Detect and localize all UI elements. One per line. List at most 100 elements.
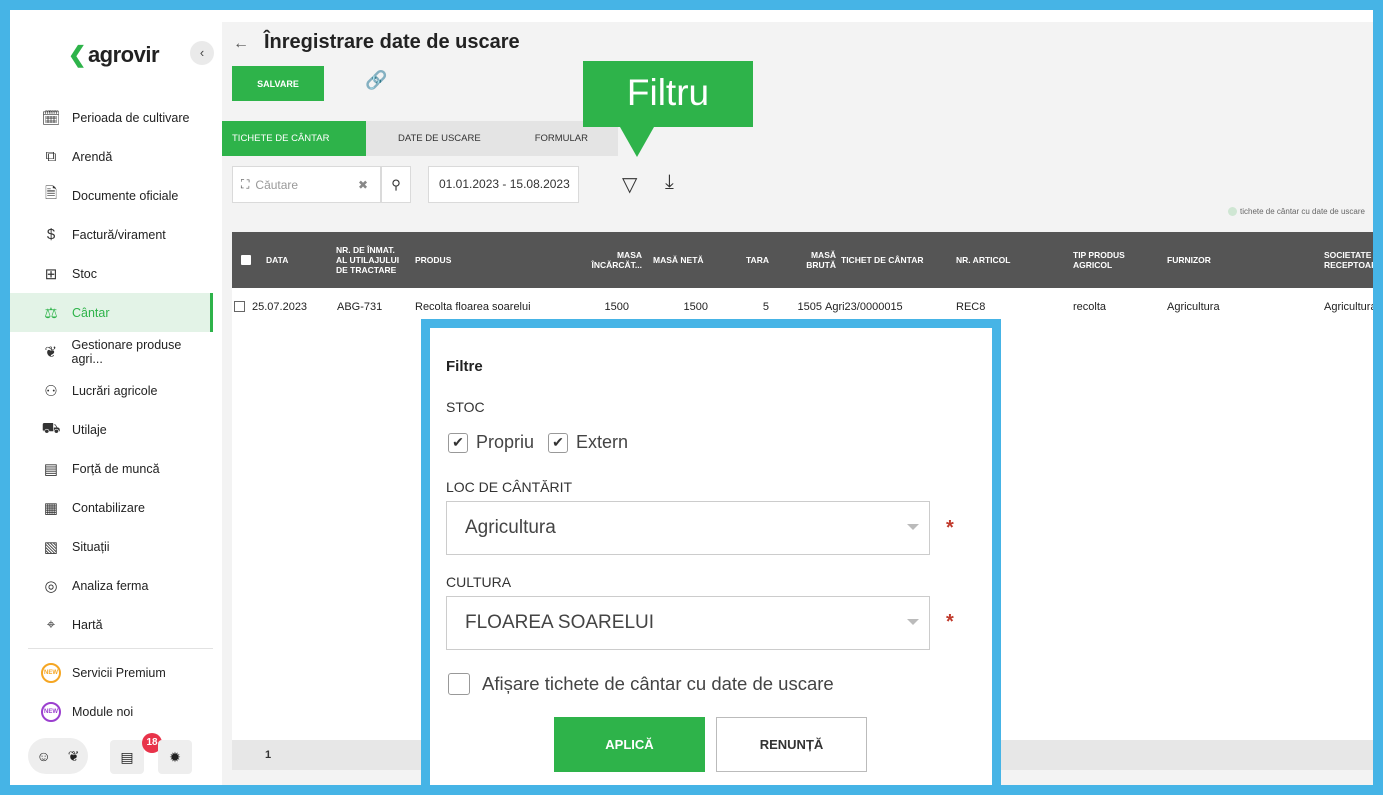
stock-icon: ⊞ <box>44 265 58 283</box>
show-tickets-option: Afișare tichete de cântar cu date de usc… <box>448 673 834 695</box>
sidebar-item-arenda[interactable]: ⧉ Arendă <box>10 137 213 176</box>
avatar-icon[interactable]: ☺ <box>36 748 50 764</box>
workers-icon: ⚇ <box>44 382 58 400</box>
download-icon[interactable]: ⤓ <box>665 171 674 194</box>
tab-tichete[interactable]: TICHETE DE CÂNTAR <box>222 121 383 156</box>
filter-callout-pointer <box>620 127 654 157</box>
sidebar-item-lucrari[interactable]: ⚇ Lucrări agricole <box>10 371 213 410</box>
sidebar-item-label: Factură/virament <box>72 227 166 242</box>
apply-button[interactable]: APLICĂ <box>554 717 705 772</box>
sidebar-item-stoc[interactable]: ⊞ Stoc <box>10 254 213 293</box>
col-masa-neta[interactable]: MASĂ NETĂ <box>653 232 704 288</box>
search-placeholder: Căutare <box>255 177 299 192</box>
cell-data: 25.07.2023 <box>252 301 308 313</box>
search-input[interactable]: ⛶ Căutare ✖ <box>232 166 381 203</box>
settings-button[interactable]: ✹ <box>158 740 192 774</box>
col-data[interactable]: DATA <box>266 232 288 288</box>
new-badge-icon: NEW <box>40 662 62 684</box>
sidebar-item-documente[interactable]: 🗎 Documente oficiale <box>10 176 213 215</box>
plant-icon[interactable]: ❦ <box>68 748 80 765</box>
app-logo[interactable]: ❮agrovir <box>68 42 160 68</box>
loc-label: LOC DE CÂNTĂRIT <box>446 479 573 495</box>
link-icon[interactable]: 🔗 <box>365 70 387 91</box>
sidebar-item-label: Lucrări agricole <box>72 383 158 398</box>
clear-icon[interactable]: ✖ <box>358 178 368 192</box>
col-tara[interactable]: TARA <box>746 232 769 288</box>
sidebar-item-gestionare[interactable]: ❦ Gestionare produse agri... <box>10 332 213 371</box>
cultura-select[interactable]: FLOAREA SOARELUI <box>446 596 930 650</box>
sidebar-item-harta[interactable]: ⌖ Hartă <box>10 605 213 644</box>
tab-date-uscare[interactable]: DATE DE USCARE <box>366 121 506 156</box>
puzzle-icon: ⧉ <box>45 148 57 165</box>
page-title: Înregistrare date de uscare <box>264 31 520 53</box>
cell-tip: recolta <box>1073 301 1107 313</box>
sidebar-item-servicii-premium[interactable]: NEW Servicii Premium <box>10 653 213 692</box>
col-nr-inmat[interactable]: NR. DE ÎNMAT. AL UTILAJULUI DE TRACTARE <box>336 232 406 288</box>
dialog-title: Filtre <box>446 358 483 375</box>
calendar-plant-icon: 🗓 <box>41 109 61 127</box>
table-header: DATA NR. DE ÎNMAT. AL UTILAJULUI DE TRAC… <box>232 232 1374 288</box>
sidebar-item-label: Cântar <box>72 305 110 320</box>
sidebar-item-factura[interactable]: $ Factură/virament <box>10 215 213 254</box>
analysis-icon: ◎ <box>44 577 58 595</box>
col-tip-produs[interactable]: TIP PRODUS AGRICOL <box>1073 232 1143 288</box>
sidebar-item-analiza[interactable]: ◎ Analiza ferma <box>10 566 213 605</box>
extern-checkbox[interactable]: ✔ <box>548 432 569 453</box>
cell-furnizor: Agricultura <box>1167 301 1220 313</box>
cultura-value: FLOAREA SOARELUI <box>465 612 655 633</box>
loc-select[interactable]: Agricultura <box>446 501 930 555</box>
chevron-down-icon <box>907 619 919 625</box>
id-card-icon: ▤ <box>43 460 59 478</box>
save-button[interactable]: SALVARE <box>232 66 324 101</box>
sidebar-item-utilaje[interactable]: ⛟ Utilaje <box>10 410 213 449</box>
extern-label: Extern <box>576 432 629 452</box>
sidebar-item-label: Situații <box>72 539 110 554</box>
map-icon: ⌖ <box>46 616 56 633</box>
search-button[interactable]: ⚲ <box>381 166 411 203</box>
select-all-checkbox[interactable] <box>241 255 251 265</box>
messages-button[interactable]: ▤ <box>110 740 144 774</box>
sidebar-item-forta-munca[interactable]: ▤ Forță de muncă <box>10 449 213 488</box>
sidebar-item-label: Analiza ferma <box>72 578 149 593</box>
col-furnizor[interactable]: FURNIZOR <box>1167 232 1211 288</box>
new-badge-icon: NEW <box>40 701 62 723</box>
sidebar-item-label: Contabilizare <box>72 500 145 515</box>
col-societate[interactable]: SOCIETATE RECEPTOAR <box>1324 232 1374 288</box>
document-icon: 🗎 <box>44 185 58 202</box>
sidebar-item-situatii[interactable]: ▧ Situații <box>10 527 213 566</box>
sidebar-item-label: Module noi <box>72 704 134 719</box>
date-range-input[interactable]: 01.01.2023 - 15.08.2023 <box>428 166 579 203</box>
back-arrow-icon[interactable]: ← <box>233 35 249 53</box>
propriu-checkbox[interactable]: ✔ <box>448 432 468 453</box>
binoculars-icon: ⛶ <box>241 177 250 191</box>
cancel-button[interactable]: RENUNȚĂ <box>716 717 867 772</box>
row-checkbox[interactable] <box>234 301 245 312</box>
user-switch[interactable]: ☺ ❦ <box>28 738 88 774</box>
sidebar-item-label: Stoc <box>72 266 98 281</box>
col-tichet[interactable]: TICHET DE CÂNTAR <box>841 232 923 288</box>
sidebar-item-module-noi[interactable]: NEW Module noi <box>10 692 213 731</box>
sidebar-collapse-button[interactable]: ‹ <box>190 41 214 65</box>
sidebar-item-cantar[interactable]: ⚖ Cântar <box>10 293 213 332</box>
filter-icon[interactable]: ▽ <box>622 172 637 197</box>
legend: tichete de cântar cu date de uscare <box>1228 207 1365 217</box>
required-mark: * <box>946 611 954 633</box>
col-masa-bruta[interactable]: MASĂ BRUTĂ <box>798 232 836 288</box>
show-tickets-checkbox[interactable] <box>448 673 470 695</box>
sidebar: ❮agrovir 🗓 Perioada de cultivare ⧉ Arendă … <box>10 10 213 785</box>
sidebar-item-label: Servicii Premium <box>72 665 166 680</box>
plant-hand-icon: ❦ <box>44 343 58 361</box>
logo-text: agrovir <box>87 42 160 67</box>
required-mark: * <box>946 517 954 539</box>
col-masa-incarcat[interactable]: MASA ÎNCĂRCĂT... <box>576 232 642 288</box>
page-number[interactable]: 1 <box>265 749 271 761</box>
chevron-down-icon <box>907 524 919 530</box>
report-icon: ▧ <box>43 538 59 556</box>
sidebar-item-contabilizare[interactable]: ▦ Contabilizare <box>10 488 213 527</box>
sidebar-item-label: Documente oficiale <box>72 188 179 203</box>
new-badge: NEW <box>41 701 61 722</box>
col-nr-articol[interactable]: NR. ARTICOL <box>956 232 1010 288</box>
col-produs[interactable]: PRODUS <box>415 232 451 288</box>
sidebar-item-perioada[interactable]: 🗓 Perioada de cultivare <box>10 98 213 137</box>
invoice-icon: $ <box>46 226 56 243</box>
